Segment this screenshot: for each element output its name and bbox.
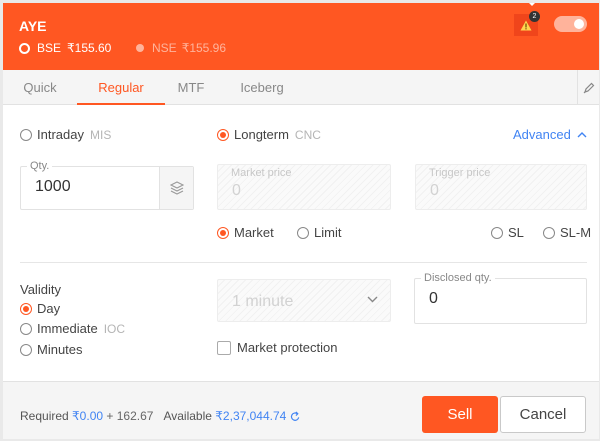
order-footer: Required ₹0.00 + 162.67 Available ₹2,37,… [3, 381, 599, 439]
nse-price: ₹155.96 [181, 41, 227, 55]
cancel-button[interactable]: Cancel [500, 396, 586, 433]
sell-button[interactable]: Sell [422, 396, 498, 433]
market-price-field: Market price 0 [217, 164, 391, 210]
quantity-lot-button[interactable] [159, 167, 193, 209]
refresh-icon[interactable] [290, 410, 301, 422]
order-window: AYE BSE ₹155.60 NSE ₹155.96 2 Quick Regu… [3, 3, 599, 439]
tab-regular[interactable]: Regular [77, 70, 165, 105]
trigger-price-field: Trigger price 0 [415, 164, 587, 210]
warning-icon [520, 20, 532, 30]
radio-circle-icon [217, 128, 229, 141]
tab-quick[interactable]: Quick [3, 70, 77, 105]
layers-icon [169, 181, 184, 195]
header-caret [526, 3, 538, 6]
intraday-label: Intraday [37, 127, 84, 142]
minutes-select-value: 1 minute [232, 293, 294, 310]
warning-button[interactable]: 2 [514, 11, 540, 36]
order-type-slm-radio[interactable]: SL-M [543, 225, 591, 240]
nse-dot-icon [136, 44, 144, 52]
radio-circle-icon [491, 226, 503, 239]
required-value[interactable]: ₹0.00 [72, 409, 103, 423]
order-type-limit-radio[interactable]: Limit [297, 225, 341, 240]
radio-circle-icon [543, 226, 555, 239]
intraday-code: MIS [89, 127, 112, 142]
order-type-market-radio[interactable]: Market [217, 225, 274, 240]
checkbox-box-icon [217, 340, 231, 355]
available-label: Available [163, 409, 212, 423]
day-label: Day [37, 301, 61, 316]
section-divider [20, 262, 587, 263]
tab-iceberg[interactable]: Iceberg [217, 70, 307, 105]
product-longterm-radio[interactable]: Longterm CNC [217, 127, 321, 142]
radio-circle-icon [20, 322, 32, 335]
required-label: Required [20, 409, 69, 423]
disclosed-qty-value: 0 [429, 290, 438, 307]
validity-immediate-radio[interactable]: Immediate IOC [20, 321, 125, 336]
validity-minutes-radio[interactable]: Minutes [20, 342, 83, 357]
plus-sign: + [106, 409, 114, 423]
radio-circle-icon [217, 226, 229, 239]
limit-label: Limit [314, 225, 342, 240]
market-price-label: Market price [231, 167, 292, 179]
order-type-sl-radio[interactable]: SL [491, 225, 524, 240]
advanced-label: Advanced [513, 127, 571, 142]
charges-value[interactable]: 162.67 [117, 409, 154, 423]
longterm-label: Longterm [234, 127, 289, 142]
chevron-down-icon [367, 296, 378, 303]
market-price-value: 0 [232, 182, 241, 199]
bse-price: ₹155.60 [67, 41, 112, 55]
warning-count-badge: 2 [529, 11, 540, 22]
exchange-toggle[interactable] [554, 16, 587, 32]
pen-icon [583, 82, 594, 93]
quantity-field[interactable]: Qty. 1000 [20, 160, 194, 210]
bse-radio-icon [19, 42, 30, 54]
minutes-select: 1 minute [217, 279, 391, 322]
slm-label: SL-M [560, 225, 592, 240]
validity-day-radio[interactable]: Day [20, 301, 60, 316]
trigger-price-label: Trigger price [429, 167, 491, 179]
order-variety-tabs: Quick Regular MTF Iceberg [3, 70, 599, 105]
radio-circle-icon [20, 343, 32, 356]
quantity-value: 1000 [35, 178, 71, 195]
product-intraday-radio[interactable]: Intraday MIS [20, 127, 111, 142]
exchange-bse-option[interactable]: BSE ₹155.60 [19, 41, 111, 55]
longterm-code: CNC [294, 127, 321, 142]
tab-mtf[interactable]: MTF [165, 70, 217, 105]
bse-label: BSE [37, 41, 62, 55]
toggle-knob [574, 19, 584, 29]
symbol-name: AYE [19, 18, 47, 34]
sl-label: SL [508, 225, 524, 240]
radio-circle-icon [20, 302, 32, 315]
market-label: Market [234, 225, 274, 240]
immediate-label: Immediate [37, 321, 98, 336]
chevron-up-icon [577, 132, 587, 138]
radio-circle-icon [297, 226, 309, 239]
trigger-price-value: 0 [430, 182, 439, 199]
available-value: ₹2,37,044.74 [215, 409, 287, 423]
immediate-code: IOC [103, 321, 126, 336]
market-protection-checkbox[interactable]: Market protection [217, 340, 337, 355]
order-header: AYE BSE ₹155.60 NSE ₹155.96 2 [3, 3, 599, 70]
disclosed-qty-label: Disclosed qty. [421, 272, 495, 284]
quantity-label: Qty. [27, 160, 53, 172]
margin-summary: Required ₹0.00 + 162.67 Available ₹2,37,… [20, 409, 301, 423]
exchange-nse-option[interactable]: NSE ₹155.96 [136, 41, 226, 55]
validity-label: Validity [20, 282, 61, 297]
minutes-label: Minutes [37, 342, 83, 357]
edit-button[interactable] [577, 70, 599, 105]
market-protection-label: Market protection [237, 340, 338, 355]
nse-label: NSE [152, 41, 177, 55]
disclosed-qty-field[interactable]: Disclosed qty. 0 [414, 272, 587, 324]
radio-circle-icon [20, 128, 32, 141]
advanced-toggle[interactable]: Advanced [513, 127, 587, 142]
